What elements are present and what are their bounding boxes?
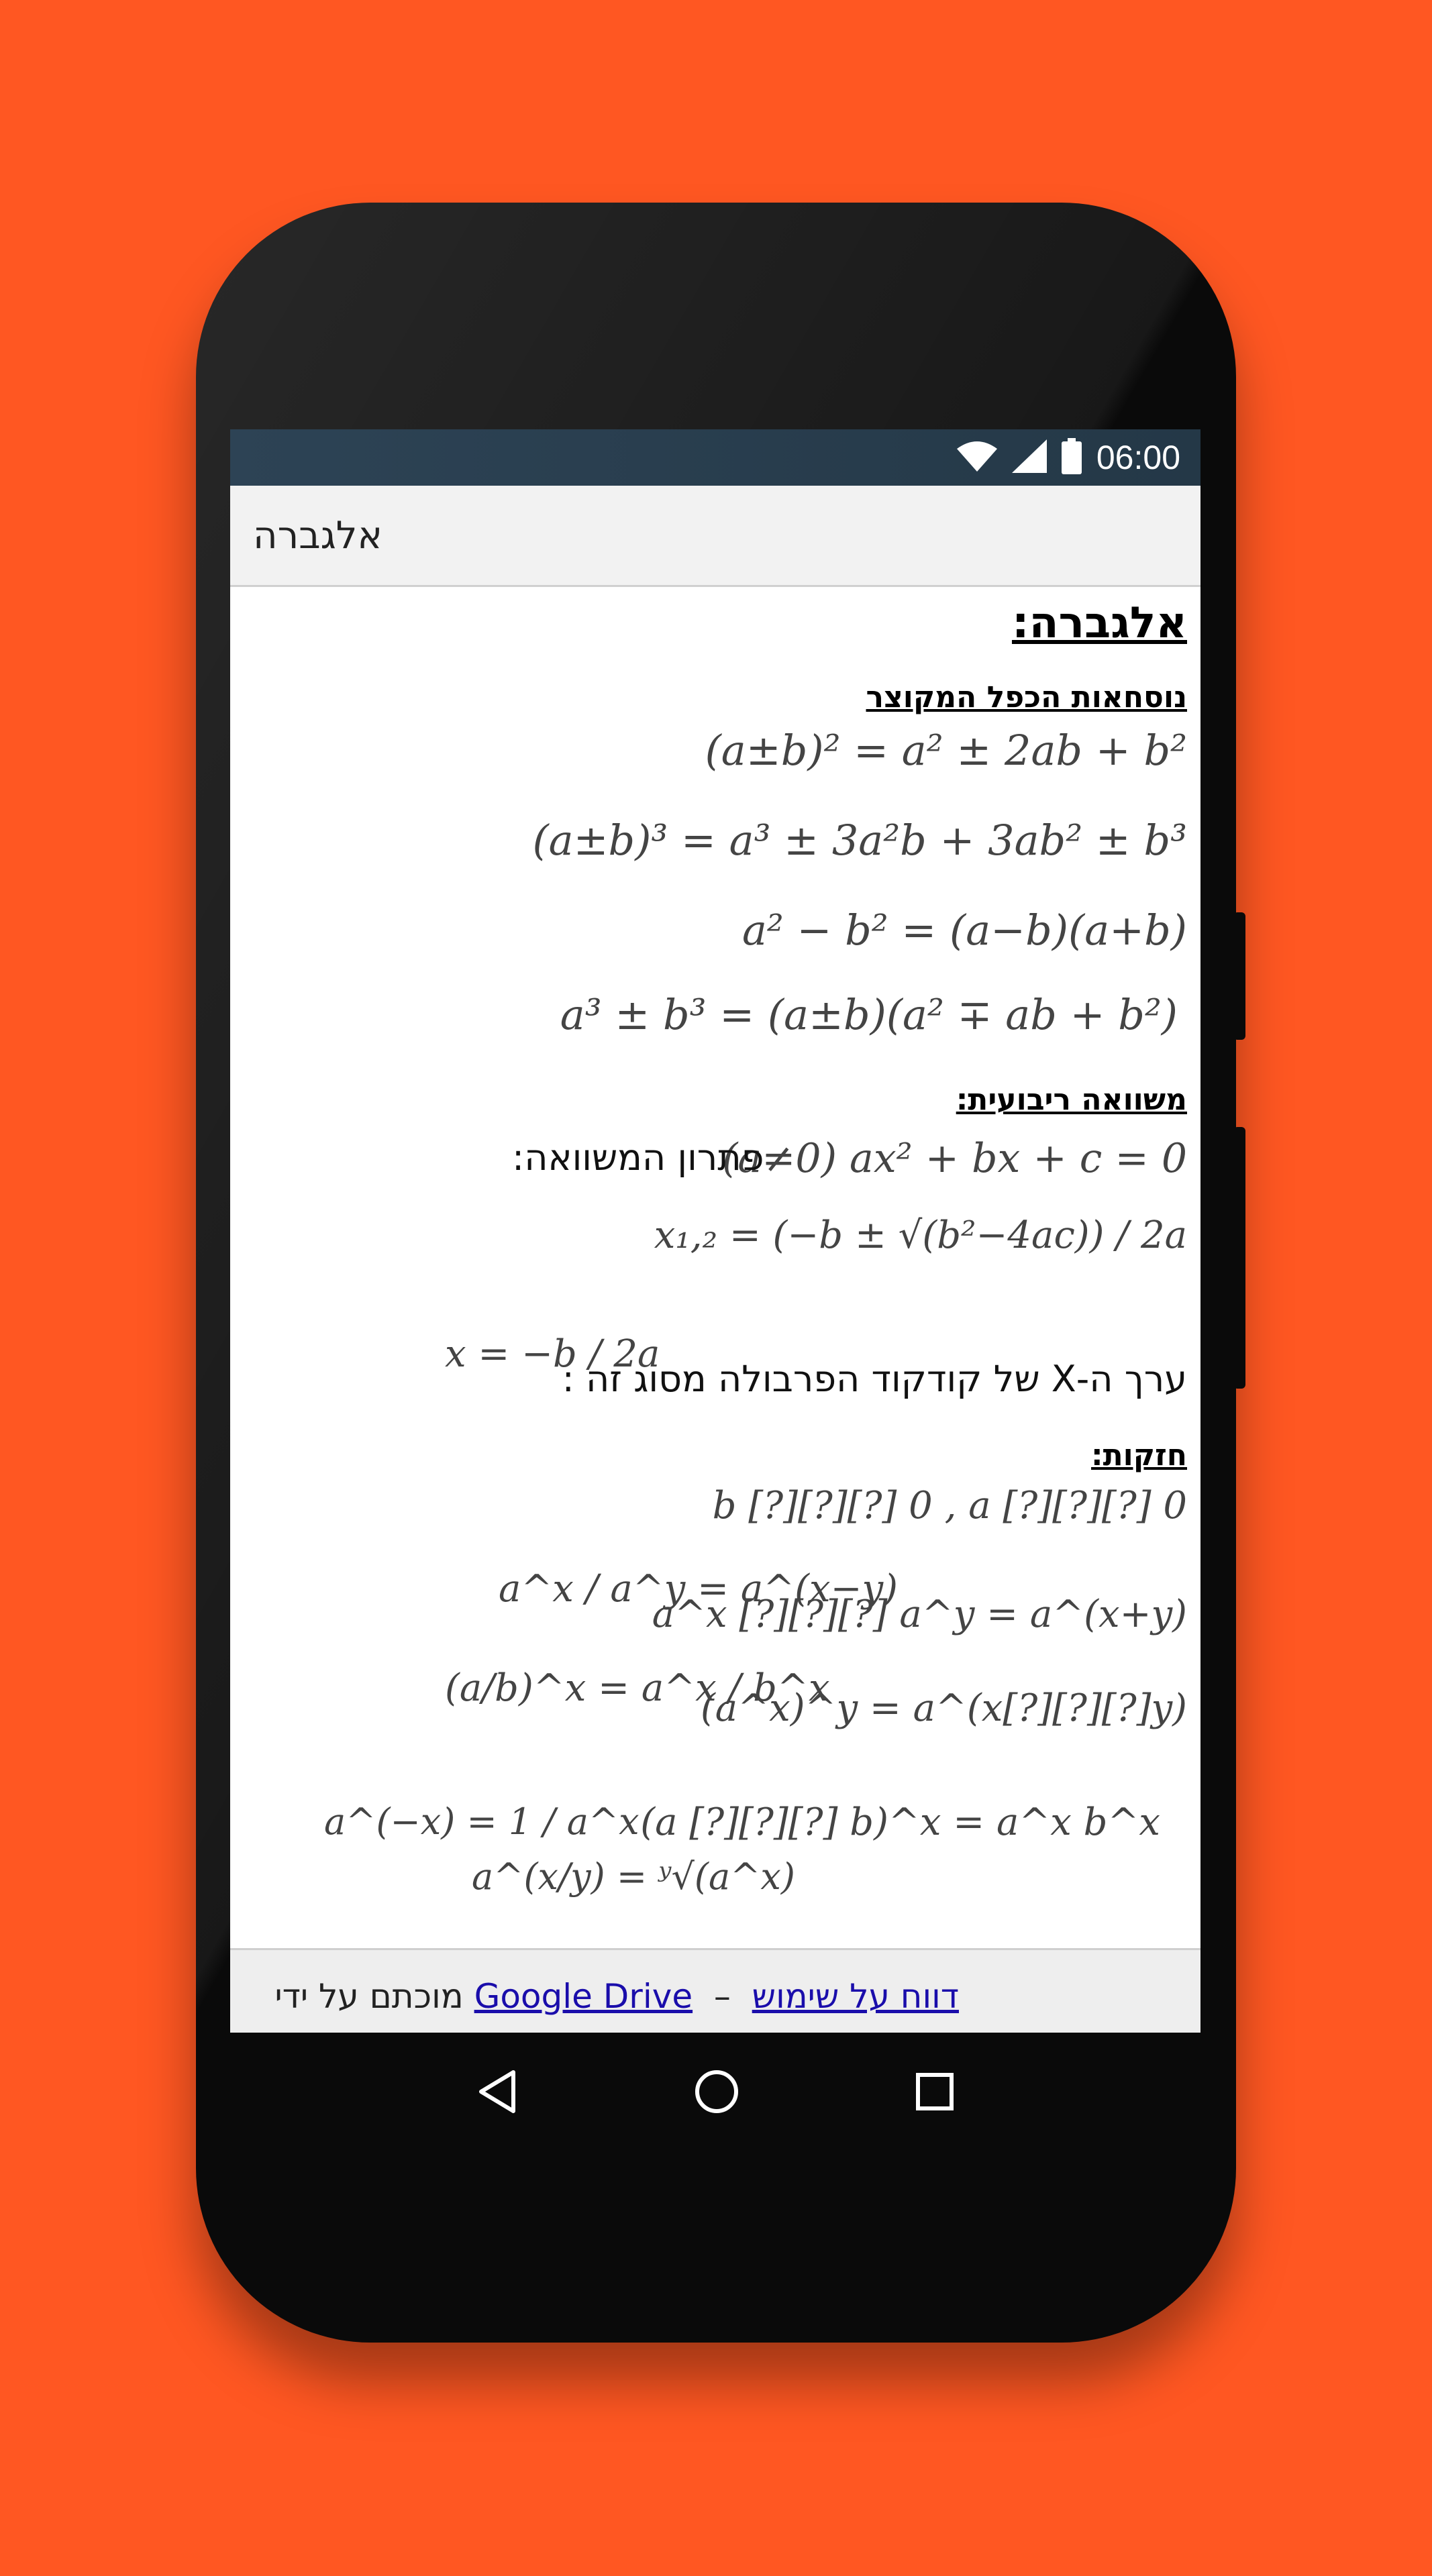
formula-power-of-fraction: (a/b)^x = a^x / b^x: [445, 1666, 830, 1710]
screen: 06:00 אלגברה אלגברה: נוסחאות הכפל המקוצר…: [230, 429, 1200, 2033]
volume-button: [1233, 912, 1245, 1040]
formula-quadratic-equation: (a≠0) ax² + bx + c = 0: [721, 1135, 1187, 1182]
solution-label: פתרון המשוואה:: [512, 1136, 764, 1179]
formula-powers-condition: b [?][?][?] 0 , a [?][?][?] 0: [712, 1484, 1187, 1527]
signal-icon: [1011, 439, 1047, 476]
navigation-bar: [230, 2033, 1200, 2153]
section-heading-quadratic: משוואה ריבועית:: [956, 1083, 1187, 1117]
app-title: אלגברה: [253, 513, 382, 557]
section-heading-short-mult: נוסחאות הכפל המקוצר: [866, 680, 1188, 714]
wifi-icon: [956, 439, 997, 476]
report-abuse-link[interactable]: דווח על שימוש: [752, 1977, 959, 2016]
footer-prefix: מוכתם על ידי: [274, 1977, 464, 2016]
page-heading: אלגברה:: [1011, 598, 1187, 648]
clock: 06:00: [1096, 439, 1180, 476]
formula-quadratic-solution: x₁,₂ = (−b ± √(b²−4ac)) / 2a: [654, 1214, 1187, 1257]
home-icon[interactable]: [693, 2068, 740, 2118]
back-icon[interactable]: [476, 2068, 519, 2118]
formula-powers-divide: a^x / a^y = a^(x−y): [499, 1567, 898, 1611]
formula-fractional-exponent: a^(x/y) = ʸ√(a^x): [472, 1856, 795, 1898]
formula-sum-of-cubes: a³ ± b³ = (a±b)(a² ∓ ab + b²): [560, 990, 1178, 1039]
google-drive-link[interactable]: Google Drive: [474, 1977, 693, 2016]
battery-icon: [1061, 438, 1082, 477]
formula-difference-of-squares: a² − b² = (a−b)(a+b): [741, 906, 1187, 955]
app-bar: אלגברה: [230, 486, 1200, 587]
formula-negative-exponent: a^(−x) = 1 / a^x: [324, 1801, 640, 1843]
formula-square-of-sum: (a±b)² = a² ± 2ab + b²: [705, 726, 1187, 775]
section-heading-powers: חזקות:: [1091, 1438, 1187, 1472]
recents-icon[interactable]: [915, 2072, 955, 2114]
power-button: [1233, 1127, 1245, 1389]
formula-cube-of-sum: (a±b)³ = a³ ± 3a²b + 3ab² ± b³: [532, 816, 1187, 865]
formula-power-of-product: (a [?][?][?] b)^x = a^x b^x: [640, 1801, 1160, 1844]
webview-content[interactable]: אלגברה: נוסחאות הכפל המקוצר (a±b)² = a² …: [230, 586, 1200, 1948]
status-bar: 06:00: [230, 429, 1200, 486]
footer-text: דווח על שימוש – Google Drive מוכתם על יד…: [274, 1977, 959, 2016]
footer-bar: דווח על שימוש – Google Drive מוכתם על יד…: [230, 1948, 1200, 2033]
vertex-label: ערך ה-X של קודקוד הפרבולה מסוג זה :: [562, 1358, 1187, 1400]
